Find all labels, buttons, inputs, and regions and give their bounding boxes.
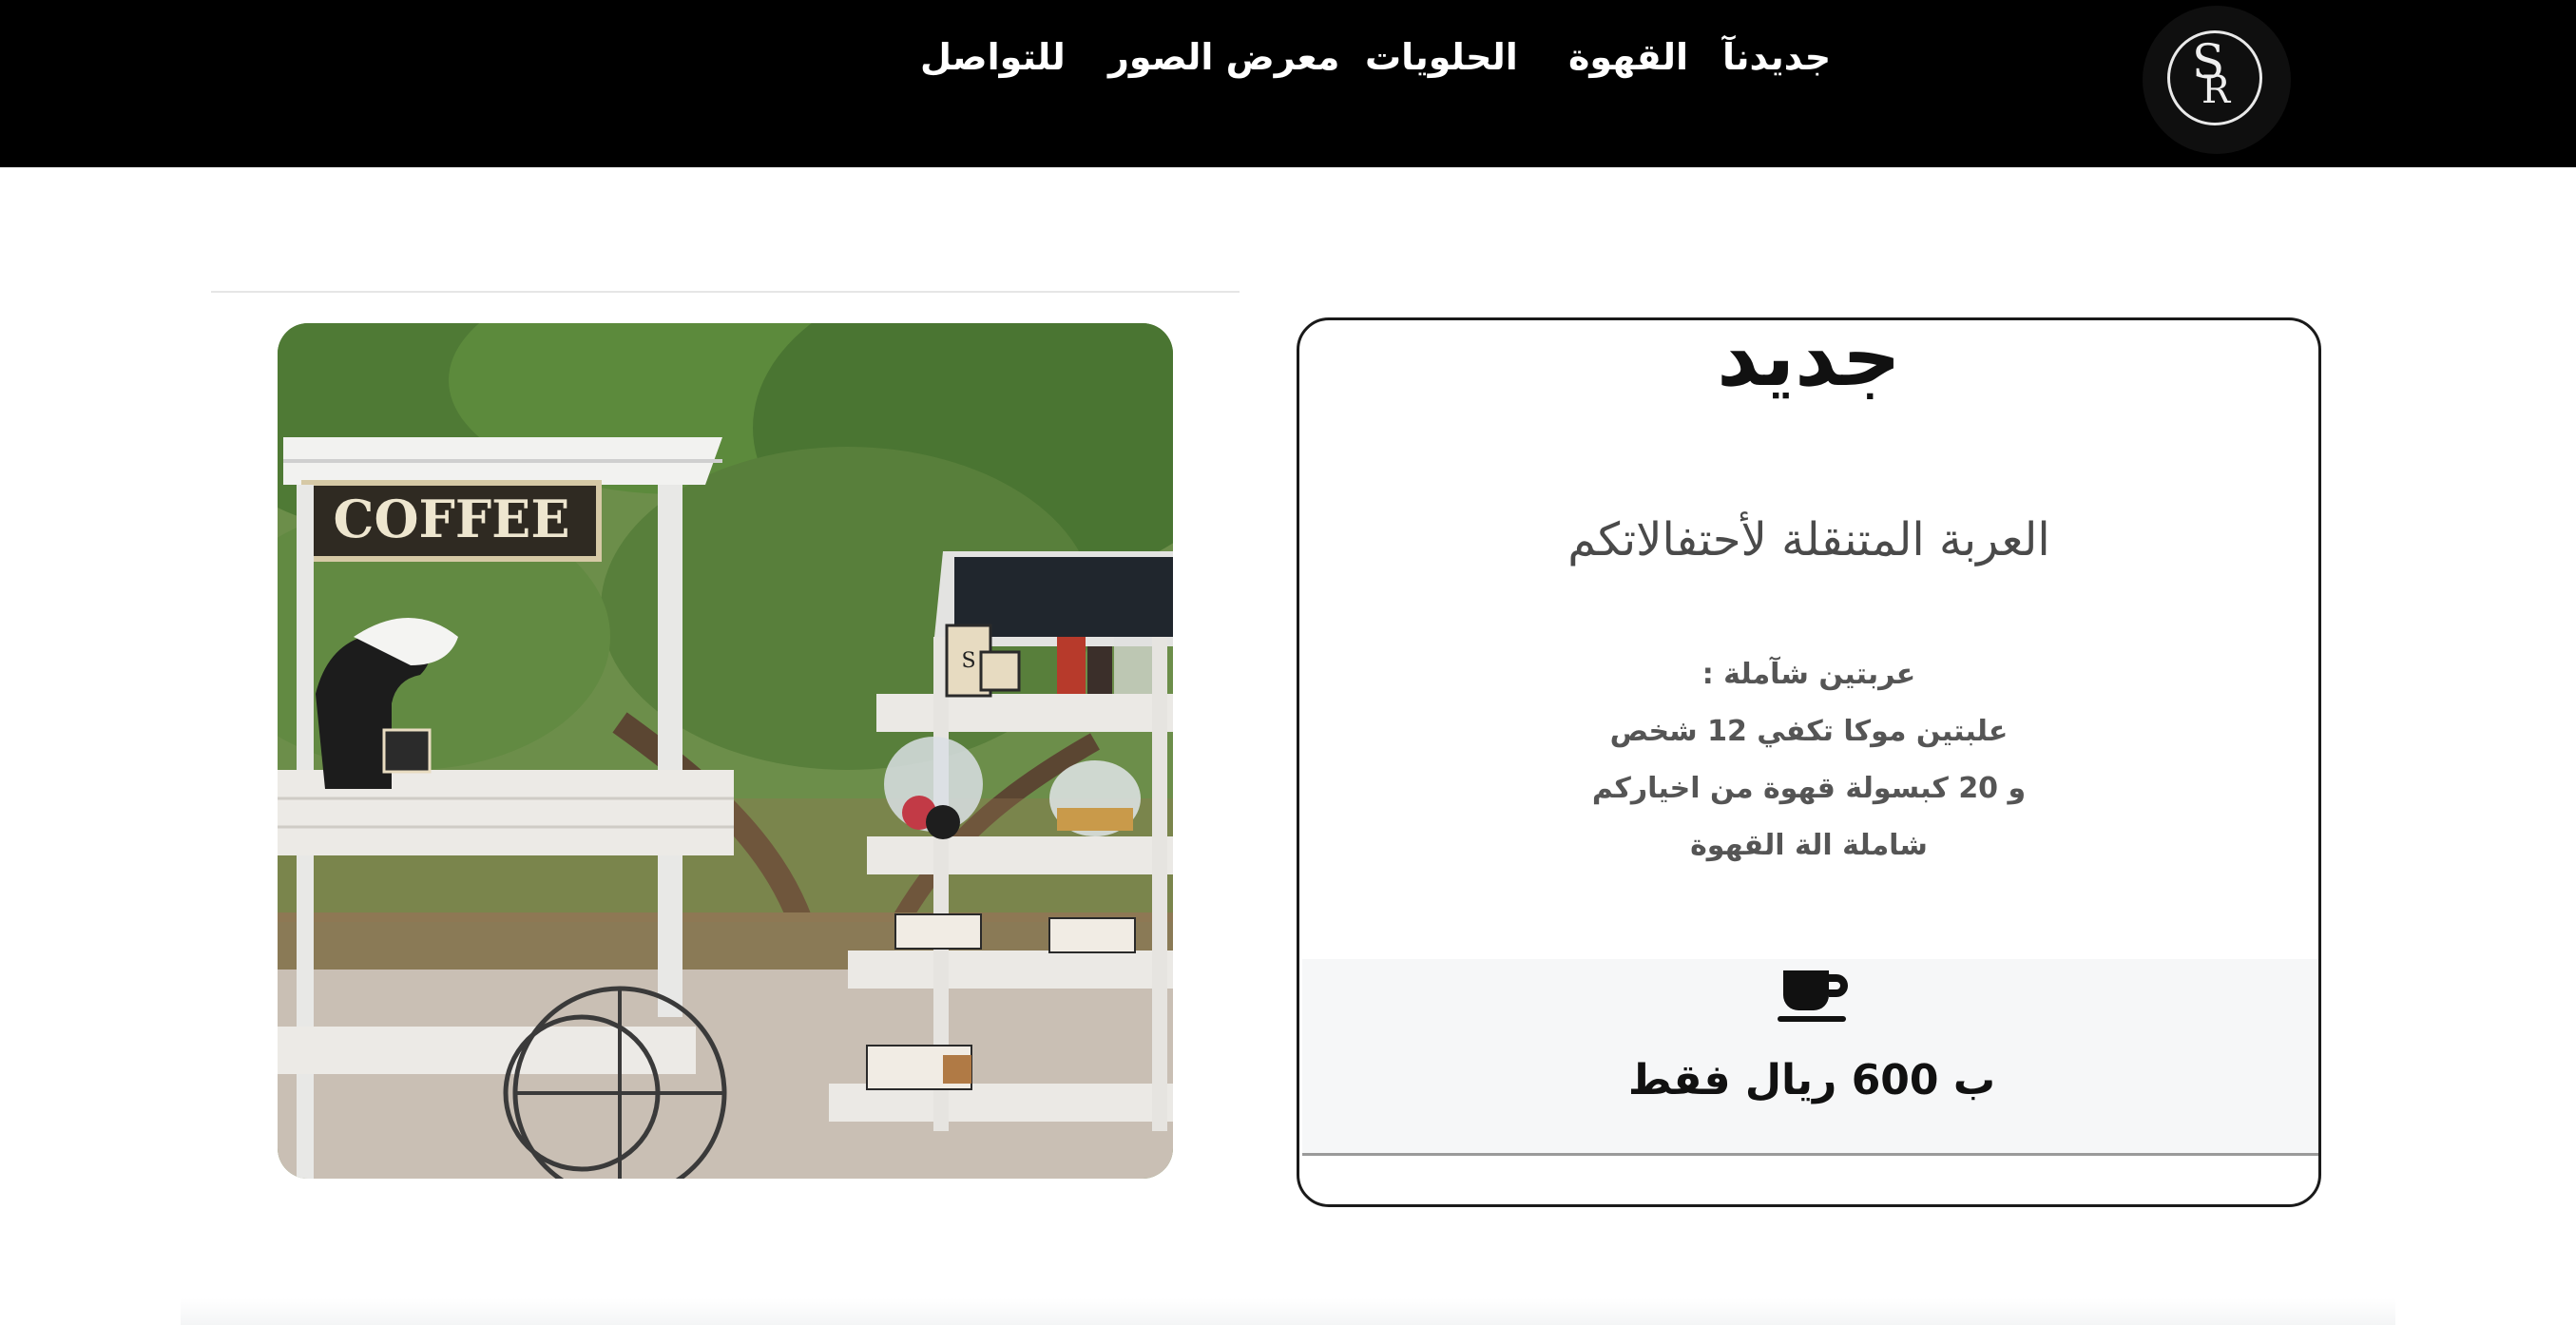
card-title: جديد [1717,310,1901,405]
cup-logo-mark: S [961,649,975,673]
nav-link-desserts[interactable]: الحلويات [1365,36,1518,78]
logo-letter-r: R [2201,68,2231,112]
top-navbar: جديدنآ القهوة الحلويات معرض الصور للتواص… [0,0,2576,167]
brand-logo[interactable]: S R [2143,6,2291,154]
section-divider [211,291,1240,293]
cart-sign-text: COFFEE [333,489,569,549]
price-label: ب 600 ريال فقط [1627,1056,1996,1104]
detail-line: علبتين موكا تكفي 12 شخص [1609,715,2009,748]
detail-line: و 20 كبسولة قهوة من اخياركم [1591,772,2027,805]
coffee-cart-photo: COFFEE S [278,323,1173,1179]
nav-link-contact[interactable]: للتواصل [920,36,1066,78]
coffee-cup-icon [1778,970,1848,1022]
offer-details: عربتين شآملة : علبتين موكا تكفي 12 شخص و… [1297,646,2321,874]
bottom-section-edge [181,1298,2395,1325]
nav-link-new[interactable]: جديدنآ [1722,36,1831,78]
detail-line: شاملة الة القهوة [1690,829,1928,862]
nav-link-gallery[interactable]: معرض الصور [1108,36,1339,78]
card-footer: ب 600 ريال فقط [1302,959,2318,1156]
card-subtitle: العربة المتنقلة لأحتفالاتكم [1567,513,2050,566]
nav-link-coffee[interactable]: القهوة [1568,36,1688,78]
detail-line: عربتين شآملة : [1701,658,1916,691]
